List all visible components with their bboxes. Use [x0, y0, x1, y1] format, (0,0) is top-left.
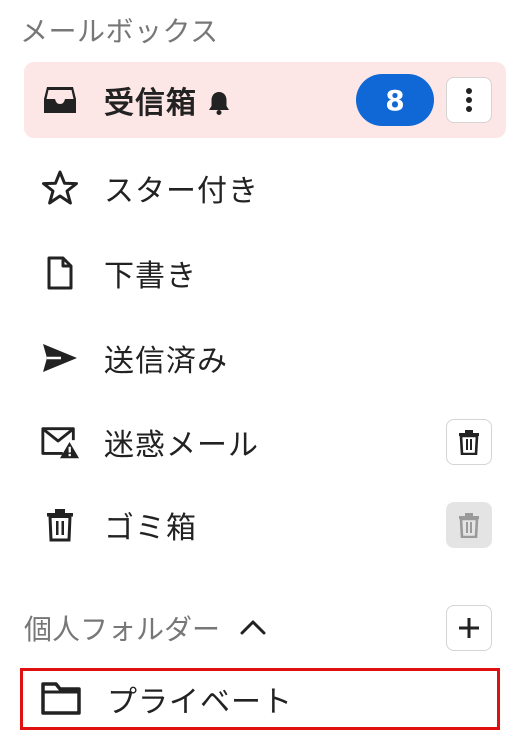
- nav-item-label: 送信済み: [104, 344, 228, 379]
- mailbox-section-title: メールボックス: [20, 15, 219, 48]
- personal-folders-header[interactable]: 個人フォルダー: [24, 600, 506, 656]
- nav-item-label: スター付き: [104, 174, 259, 209]
- nav-item-label: 下書き: [104, 259, 197, 294]
- nav-item-label: ゴミ箱: [104, 511, 197, 546]
- add-folder-button[interactable]: [446, 605, 492, 651]
- nav-item-spam[interactable]: 迷惑メール: [24, 404, 506, 480]
- draft-icon: [40, 253, 80, 293]
- folder-item-private[interactable]: プライベート: [20, 668, 500, 730]
- nav-item-trash[interactable]: ゴミ箱: [24, 487, 506, 563]
- folder-icon: [41, 681, 81, 717]
- inbox-icon: [40, 80, 80, 120]
- folder-item-label: プライベート: [107, 685, 293, 720]
- unread-count-badge: 8: [356, 74, 434, 126]
- spam-icon: [40, 422, 80, 462]
- nav-item-label: 迷惑メール: [104, 428, 259, 463]
- send-icon: [40, 338, 80, 378]
- trash-icon: [459, 430, 479, 455]
- nav-item-drafts[interactable]: 下書き: [24, 235, 506, 311]
- chevron-up-icon[interactable]: [238, 613, 268, 643]
- trash-icon: [40, 505, 80, 545]
- nav-item-label: 受信箱: [104, 86, 197, 121]
- nav-item-starred[interactable]: スター付き: [24, 150, 506, 226]
- plus-icon: [459, 618, 479, 638]
- more-vertical-icon: [466, 88, 472, 112]
- star-icon: [40, 168, 80, 208]
- inbox-more-button[interactable]: [446, 77, 492, 123]
- nav-item-sent[interactable]: 送信済み: [24, 320, 506, 396]
- personal-folders-title: 個人フォルダー: [24, 613, 221, 646]
- empty-trash-button[interactable]: [446, 502, 492, 548]
- trash-icon: [459, 513, 479, 538]
- empty-spam-button[interactable]: [446, 419, 492, 465]
- nav-item-inbox[interactable]: 受信箱 8: [24, 62, 506, 138]
- bell-icon: [207, 89, 231, 115]
